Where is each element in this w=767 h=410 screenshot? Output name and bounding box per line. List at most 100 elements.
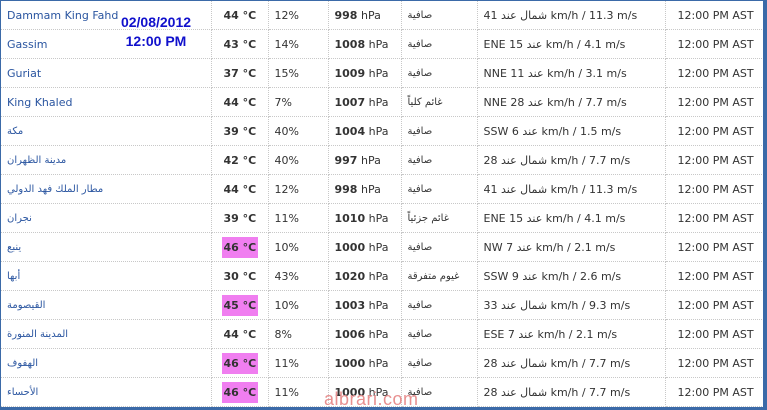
pressure-unit: hPa — [368, 66, 389, 80]
wind-cell: ENE 15 عند km/h / 4.1 m/s — [477, 29, 666, 59]
observation-time-cell: 12:00 PM AST — [665, 203, 764, 233]
temperature-cell: 43 °C — [211, 29, 269, 59]
humidity-cell: 12% — [268, 174, 329, 204]
station-link[interactable]: المدينة المنورة — [1, 319, 212, 349]
temperature-cell: 42 °C — [211, 145, 269, 175]
condition-cell: غيوم متفرقة — [401, 261, 478, 291]
condition-cell: غائم كلياً — [401, 87, 478, 117]
table-row: مدينة الظهران 42 °C 40% 997 hPa صافية شمال عن… — [1, 145, 764, 175]
pressure-value: 1010 — [334, 211, 366, 225]
temperature-cell: 46 °C — [211, 377, 269, 407]
pressure-unit: hPa — [368, 124, 389, 138]
wind-cell: شمال عند 41 km/h / 11.3 m/s — [477, 174, 666, 204]
condition-cell: صافية — [401, 174, 478, 204]
temperature-value: 46 °C — [221, 381, 259, 403]
temperature-value: 44 °C — [223, 95, 257, 109]
humidity-cell: 10% — [268, 232, 329, 262]
station-link[interactable]: نجران — [1, 203, 212, 233]
observation-time-cell: 12:00 PM AST — [665, 232, 764, 262]
observation-time-cell: 12:00 PM AST — [665, 319, 764, 349]
temperature-cell: 44 °C — [211, 319, 269, 349]
pressure-unit: hPa — [368, 240, 389, 254]
temperature-cell: 45 °C — [211, 290, 269, 320]
pressure-unit: hPa — [360, 182, 381, 196]
station-link[interactable]: مطار الملك فهد الدولي — [1, 174, 212, 204]
wind-cell: شمال عند 28 km/h / 7.7 m/s — [477, 145, 666, 175]
table-row: ينبع 46 °C 10% 1000 hPa صافية NW 7 عند km/h /… — [1, 232, 764, 262]
observation-time-cell: 12:00 PM AST — [665, 58, 764, 88]
humidity-cell: 11% — [268, 203, 329, 233]
wind-cell: ENE 15 عند km/h / 4.1 m/s — [477, 203, 666, 233]
observation-time-cell: 12:00 PM AST — [665, 348, 764, 378]
observation-time-cell: 12:00 PM AST — [665, 377, 764, 407]
table-row: أبها 30 °C 43% 1020 hPa غيوم متفرقة SSW 9 عند… — [1, 261, 764, 291]
pressure-cell: 1009 hPa — [328, 58, 402, 88]
condition-cell: صافية — [401, 319, 478, 349]
humidity-cell: 14% — [268, 29, 329, 59]
pressure-value: 1000 — [334, 240, 366, 254]
station-link[interactable]: ينبع — [1, 232, 212, 262]
temperature-cell: 30 °C — [211, 261, 269, 291]
pressure-value: 1009 — [334, 66, 366, 80]
observation-time-cell: 12:00 PM AST — [665, 290, 764, 320]
condition-cell: صافية — [401, 58, 478, 88]
frame-right-edge — [763, 0, 767, 410]
temperature-value: 39 °C — [223, 211, 257, 225]
date-time-overlay: 02/08/2012 12:00 PM — [113, 13, 199, 51]
overlay-date: 02/08/2012 — [120, 14, 192, 30]
pressure-value: 998 — [334, 182, 358, 196]
table-row: المدينة المنورة 44 °C 8% 1006 hPa صافية ESE 7… — [1, 319, 764, 349]
humidity-cell: 12% — [268, 1, 329, 30]
station-link[interactable]: Guriat — [1, 58, 212, 88]
weather-table-frame: Dammam King Fahd 44 °C 12% 998 hPa صافية شمال… — [0, 0, 767, 410]
pressure-unit: hPa — [368, 327, 389, 341]
station-link[interactable]: مكة — [1, 116, 212, 146]
table-row: Guriat 37 °C 15% 1009 hPa صافية NNE 11 عند km… — [1, 58, 764, 88]
pressure-value: 997 — [334, 153, 358, 167]
station-link[interactable]: مدينة الظهران — [1, 145, 212, 175]
pressure-unit: hPa — [368, 356, 389, 370]
pressure-unit: hPa — [368, 298, 389, 312]
temperature-value: 42 °C — [223, 153, 257, 167]
condition-cell: صافية — [401, 1, 478, 30]
pressure-cell: 1008 hPa — [328, 29, 402, 59]
wind-cell: شمال عند 41 km/h / 11.3 m/s — [477, 1, 666, 30]
pressure-value: 1020 — [334, 269, 366, 283]
pressure-unit: hPa — [368, 95, 389, 109]
pressure-unit: hPa — [360, 8, 381, 22]
temperature-value: 46 °C — [221, 236, 259, 258]
station-link[interactable]: King Khaled — [1, 87, 212, 117]
temperature-cell: 46 °C — [211, 348, 269, 378]
humidity-cell: 40% — [268, 145, 329, 175]
condition-cell: صافية — [401, 116, 478, 146]
pressure-unit: hPa — [368, 211, 389, 225]
temperature-cell: 39 °C — [211, 203, 269, 233]
pressure-unit: hPa — [360, 153, 381, 167]
pressure-value: 1007 — [334, 95, 366, 109]
table-row: King Khaled 44 °C 7% 1007 hPa غائم كلياً NNE … — [1, 87, 764, 117]
pressure-cell: 1007 hPa — [328, 87, 402, 117]
pressure-cell: 1003 hPa — [328, 290, 402, 320]
condition-cell: صافية — [401, 145, 478, 175]
pressure-value: 1000 — [334, 356, 366, 370]
pressure-value: 1003 — [334, 298, 366, 312]
temperature-value: 44 °C — [223, 182, 257, 196]
temperature-value: 44 °C — [223, 327, 257, 341]
pressure-cell: 998 hPa — [328, 174, 402, 204]
humidity-cell: 11% — [268, 377, 329, 407]
pressure-cell: 998 hPa — [328, 1, 402, 30]
station-link[interactable]: الأحساء — [1, 377, 212, 407]
observation-time-cell: 12:00 PM AST — [665, 261, 764, 291]
wind-cell: NNE 11 عند km/h / 3.1 m/s — [477, 58, 666, 88]
pressure-unit: hPa — [368, 37, 389, 51]
overlay-time: 12:00 PM — [125, 33, 187, 49]
observation-time-cell: 12:00 PM AST — [665, 174, 764, 204]
station-link[interactable]: الهفوف — [1, 348, 212, 378]
humidity-cell: 40% — [268, 116, 329, 146]
wind-cell: NW 7 عند km/h / 2.1 m/s — [477, 232, 666, 262]
humidity-cell: 15% — [268, 58, 329, 88]
station-link[interactable]: أبها — [1, 261, 212, 291]
observation-time-cell: 12:00 PM AST — [665, 1, 764, 30]
observation-time-cell: 12:00 PM AST — [665, 29, 764, 59]
station-link[interactable]: القيصومة — [1, 290, 212, 320]
